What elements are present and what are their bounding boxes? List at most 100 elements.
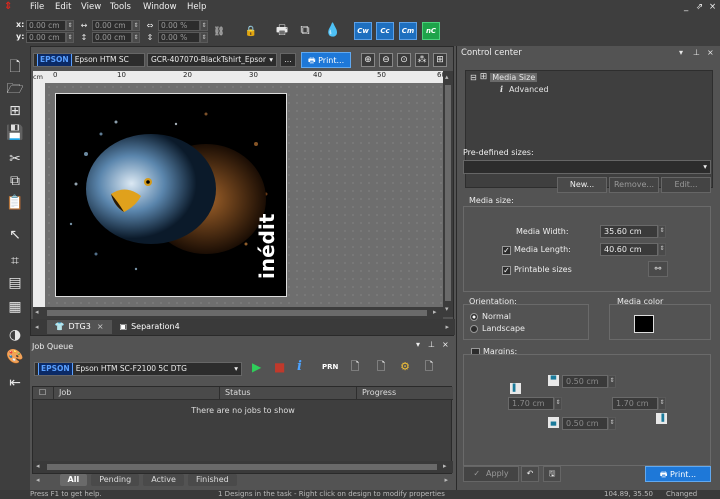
jobs-hscroll[interactable]: ◂ ▸ — [33, 461, 453, 473]
predefined-sizes-select[interactable]: ▾ — [463, 160, 711, 174]
palette-icon[interactable]: 🎨 — [5, 348, 25, 366]
profile-select[interactable]: GCR-407070-BlackTshirt_Epsor ▾ — [147, 53, 277, 67]
tabs-left-icon[interactable]: ◂ — [36, 476, 40, 484]
zoom-in-icon[interactable]: ⊕ — [361, 53, 375, 67]
tabs-scroll-right-icon[interactable]: ▸ — [445, 323, 449, 331]
menu-window[interactable]: Window — [143, 0, 177, 14]
margin-right-spinner[interactable]: ⇕ — [658, 397, 666, 410]
paste-icon[interactable]: 📋 — [5, 194, 25, 212]
open-folder-icon[interactable]: 🗁 — [5, 80, 25, 98]
margin-left-field[interactable]: 1.70 cm — [508, 397, 554, 410]
import-icon[interactable]: ⊞ — [5, 102, 25, 120]
scroll-right-icon[interactable]: ▸ — [433, 308, 437, 316]
scroll-left-icon[interactable]: ◂ — [35, 308, 39, 316]
tabs-scroll-left-icon[interactable]: ◂ — [35, 323, 39, 331]
horizontal-scroll-thumb[interactable] — [47, 310, 427, 316]
job-export-icon[interactable]: 🗋 — [422, 360, 436, 374]
margin-left-spinner[interactable]: ⇕ — [554, 397, 562, 410]
menu-help[interactable]: Help — [187, 0, 206, 14]
undo-icon[interactable]: ↶ — [521, 466, 539, 482]
ruler-tool-icon[interactable]: ▤ — [5, 274, 25, 292]
ink-drop-icon[interactable]: 💧 — [324, 22, 342, 40]
width-field[interactable]: 0.00 cm — [92, 20, 132, 31]
panel-menu-icon[interactable]: ▾ — [679, 48, 683, 57]
menu-view[interactable]: View — [81, 0, 101, 14]
close-panel-icon[interactable]: × — [442, 340, 449, 349]
percent-width-field[interactable]: 0.00 % — [158, 20, 200, 31]
percent-height-spinner[interactable]: ⇕ — [200, 32, 208, 43]
printer-select[interactable]: EPSON Epson HTM SC — [33, 53, 145, 67]
y-spinner[interactable]: ⇕ — [66, 32, 74, 43]
close-button[interactable]: × — [709, 0, 716, 14]
zoom-fit-icon[interactable]: ⊙ — [397, 53, 411, 67]
cm-button[interactable]: Cm — [399, 22, 417, 40]
minimize-button[interactable]: _ — [684, 0, 688, 14]
media-color-swatch[interactable] — [634, 315, 654, 333]
play-icon[interactable]: ▶ — [252, 360, 261, 374]
new-document-icon[interactable]: 🗋 — [5, 58, 25, 76]
zoom-out-icon[interactable]: ⊖ — [379, 53, 393, 67]
copy-icon[interactable]: ⧉ — [5, 172, 25, 190]
save-icon[interactable]: 💾 — [5, 124, 25, 142]
percent-width-spinner[interactable]: ⇕ — [200, 20, 208, 31]
close-tab-icon[interactable]: × — [97, 320, 104, 334]
tab-pending[interactable]: Pending — [91, 474, 140, 486]
media-length-field[interactable]: 40.60 cm — [600, 243, 658, 256]
select-all-checkbox[interactable]: ☐ — [39, 388, 46, 397]
job-settings-icon[interactable]: ⚙ — [398, 360, 412, 374]
media-length-checkbox[interactable]: ✓ — [502, 246, 511, 255]
design-canvas[interactable]: inédit — [45, 83, 443, 307]
job-add-icon[interactable]: 🗋 — [374, 360, 388, 374]
pin-icon[interactable]: ⊥ — [428, 340, 435, 349]
x-spinner[interactable]: ⇕ — [66, 20, 74, 31]
layout-icon[interactable]: ⊞ — [433, 53, 447, 67]
more-button[interactable]: ... — [280, 53, 296, 67]
tab-finished[interactable]: Finished — [187, 474, 237, 486]
new-size-button[interactable]: New... — [557, 177, 607, 193]
margin-right-field[interactable]: 1.70 cm — [612, 397, 658, 410]
stop-icon[interactable]: ■ — [274, 360, 285, 374]
apply-button[interactable]: ✓ Apply — [463, 466, 519, 482]
horizontal-scrollbar[interactable]: ◂ ▸ — [33, 307, 443, 319]
lock-icon[interactable]: 🔒 — [244, 25, 258, 39]
edit-size-button[interactable]: Edit... — [661, 177, 711, 193]
job-doc-icon[interactable]: 🗋 — [348, 360, 362, 374]
save-settings-icon[interactable]: 🖫 — [543, 466, 561, 482]
scroll-right-icon[interactable]: ▸ — [443, 462, 447, 470]
col-job[interactable]: Job — [59, 388, 71, 397]
restore-button[interactable]: ⇗ — [696, 0, 703, 14]
nc-button[interactable]: nC — [422, 22, 440, 40]
orientation-landscape-radio[interactable] — [470, 325, 478, 333]
margin-top-field[interactable]: 0.50 cm — [562, 375, 608, 388]
margin-bottom-field[interactable]: 0.50 cm — [562, 417, 608, 430]
align-icon[interactable]: ⁂ — [415, 53, 429, 67]
export-icon[interactable]: ⇤ — [5, 374, 25, 392]
media-setup-icon[interactable]: ⧉ — [296, 22, 314, 40]
pin-icon[interactable]: ⊥ — [693, 48, 700, 57]
close-panel-icon[interactable]: × — [707, 48, 714, 57]
media-length-spinner[interactable]: ⇕ — [658, 243, 666, 256]
tab-dtg3[interactable]: 👕 DTG3 × — [46, 320, 112, 334]
aspect-chain-icon[interactable]: ⛓ — [212, 25, 226, 39]
height-field[interactable]: 0.00 cm — [92, 32, 132, 43]
design-print-button[interactable]: 🖶 Print... — [301, 52, 352, 68]
tree-item-advanced[interactable]: i Advanced — [500, 84, 549, 94]
remove-size-button[interactable]: Remove... — [609, 177, 659, 193]
cw-button[interactable]: Cw — [354, 22, 372, 40]
printer-icon[interactable]: 🖶 — [273, 22, 291, 40]
printable-sizes-checkbox[interactable]: ✓ — [502, 266, 511, 275]
control-print-button[interactable]: 🖶 Print... — [645, 466, 711, 482]
menu-file[interactable]: File — [30, 0, 44, 14]
col-progress[interactable]: Progress — [362, 388, 396, 397]
menu-tools[interactable]: Tools — [110, 0, 131, 14]
jobs-scroll-thumb[interactable] — [47, 464, 437, 470]
media-width-spinner[interactable]: ⇕ — [658, 225, 666, 238]
scroll-up-icon[interactable]: ▴ — [445, 73, 449, 81]
panel-menu-icon[interactable]: ▾ — [416, 340, 420, 349]
grid-tool-icon[interactable]: ▦ — [5, 298, 25, 316]
col-status[interactable]: Status — [225, 388, 251, 397]
tabs-right-icon[interactable]: ▸ — [444, 476, 448, 484]
percent-height-field[interactable]: 0.00 % — [158, 32, 200, 43]
height-spinner[interactable]: ⇕ — [132, 32, 140, 43]
binoculars-icon[interactable]: ⚯ — [648, 261, 668, 277]
